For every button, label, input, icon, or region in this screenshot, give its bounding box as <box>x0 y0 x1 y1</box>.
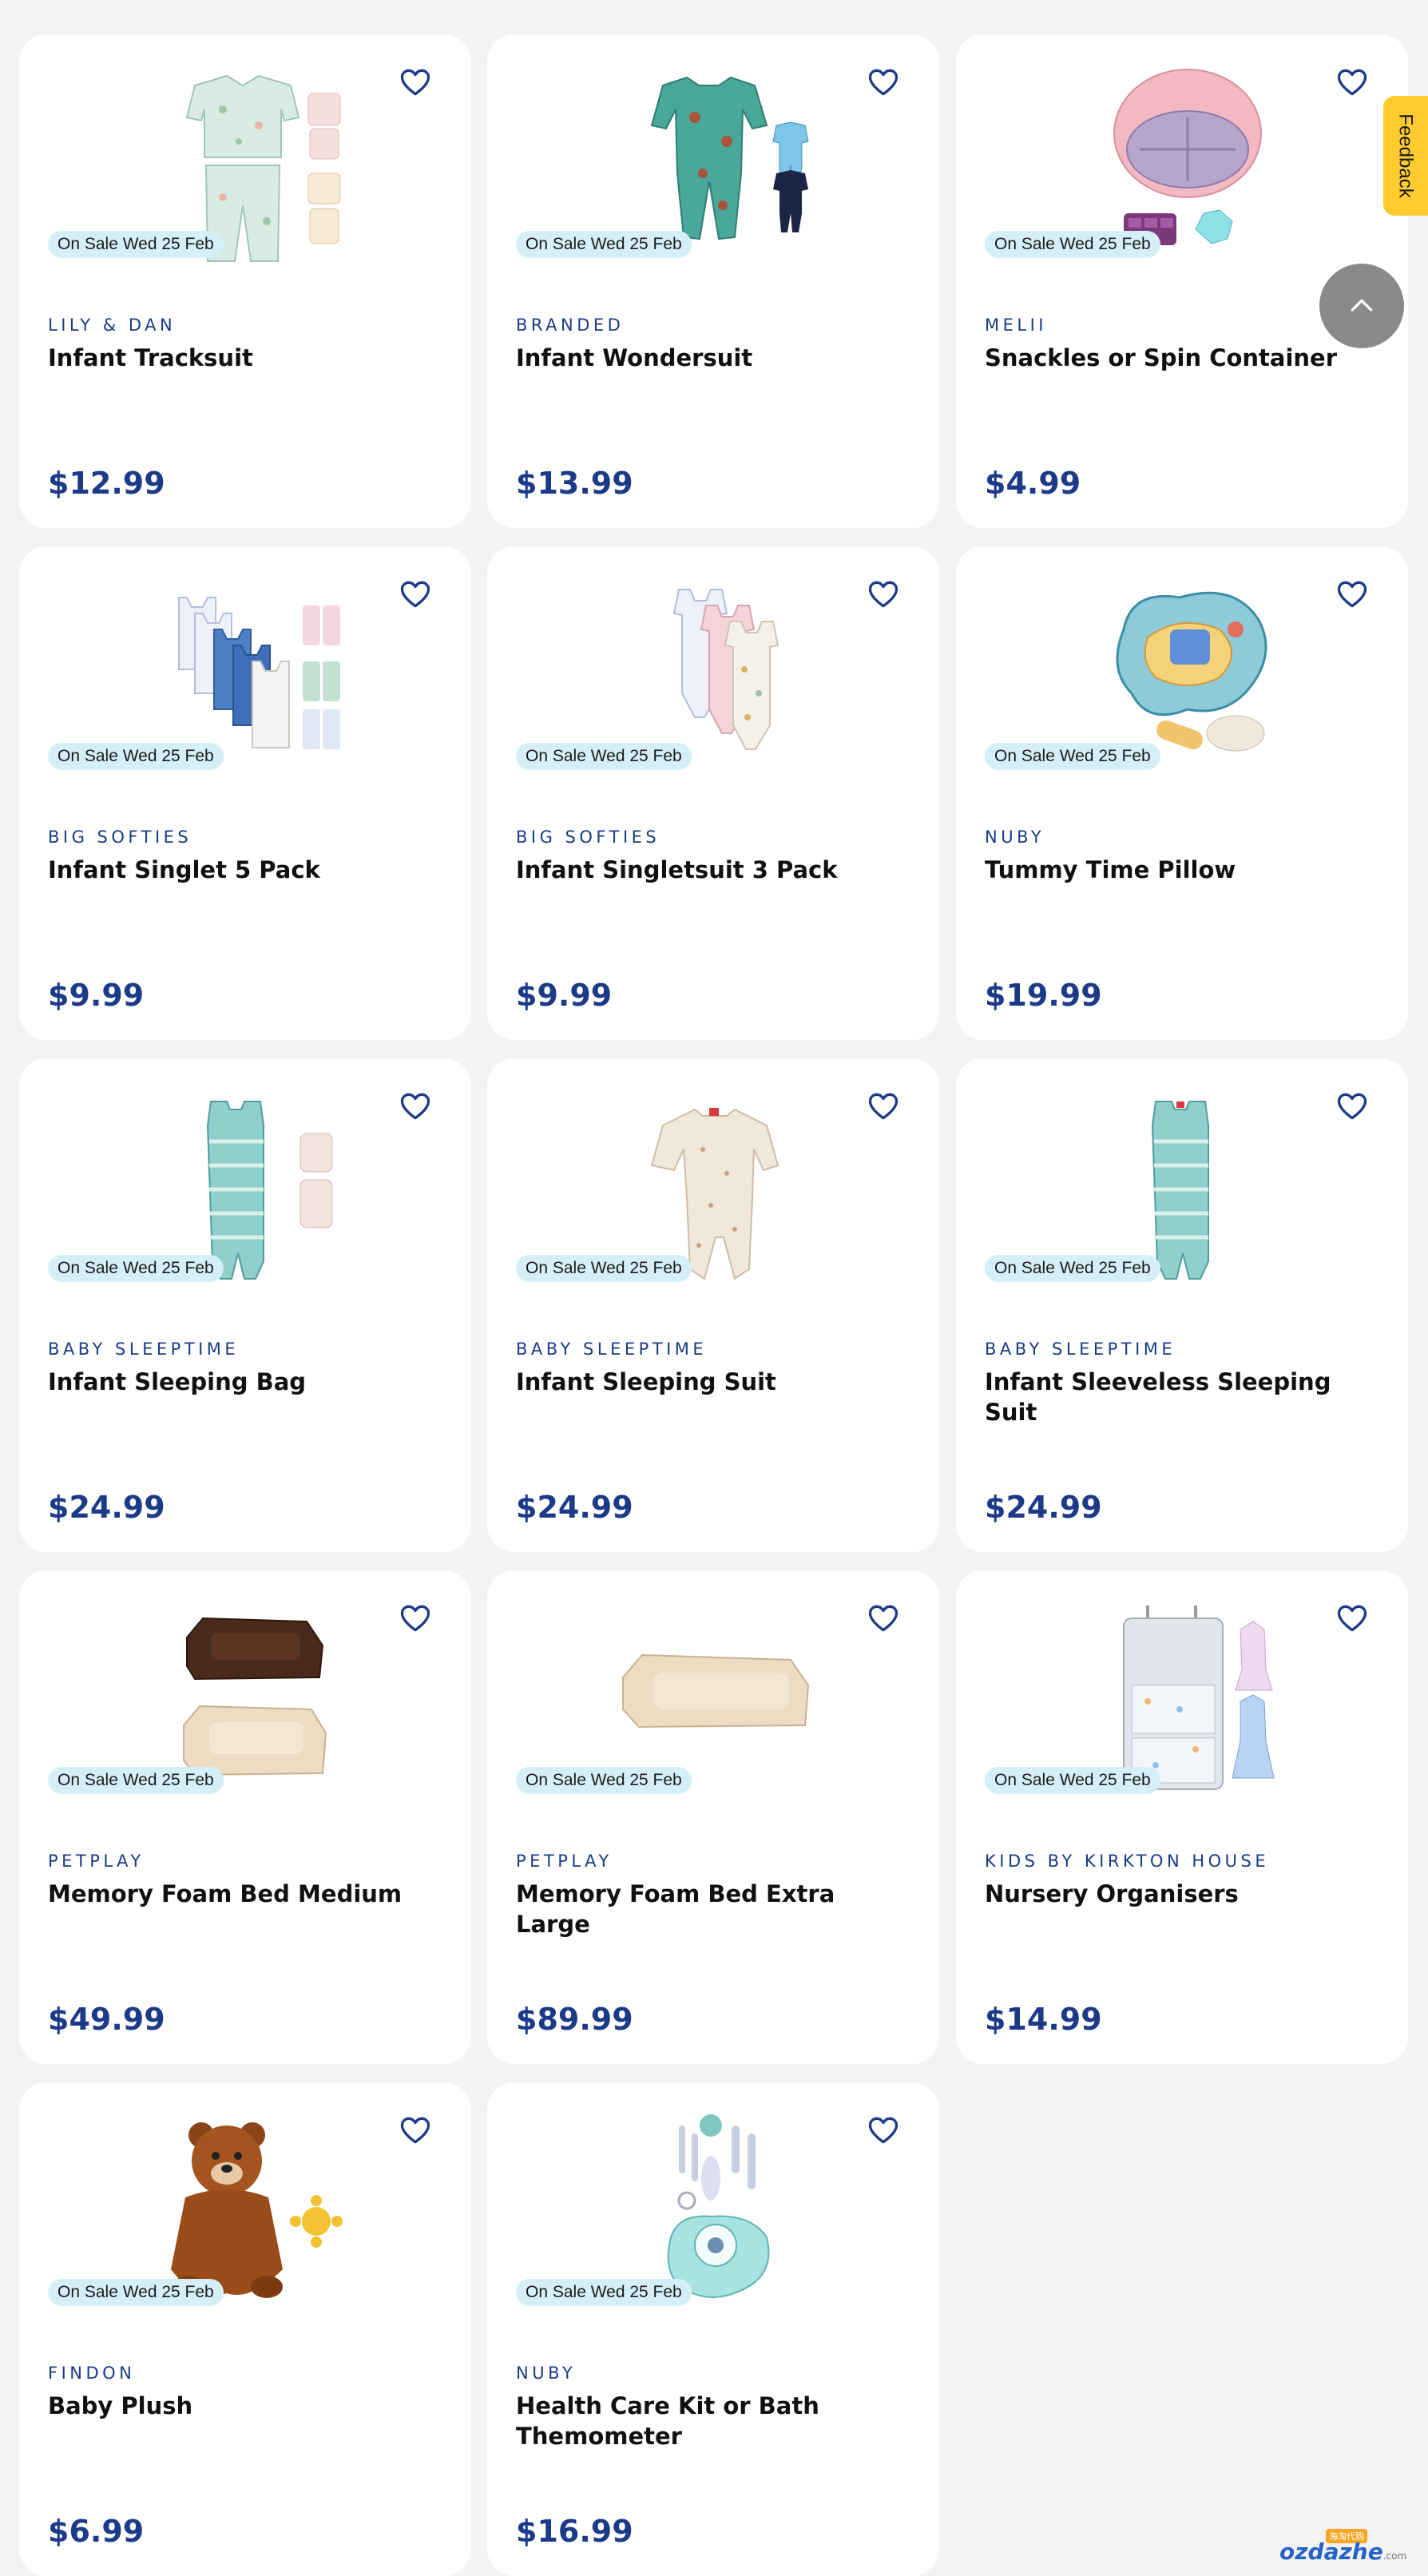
product-price: $24.99 <box>516 1490 633 1525</box>
sale-date-badge: On Sale Wed 25 Feb <box>985 1767 1160 1794</box>
wishlist-heart-icon[interactable] <box>1335 65 1370 100</box>
product-card[interactable]: On Sale Wed 25 Feb KIDS BY KIRKTON HOUSE… <box>956 1570 1408 2064</box>
product-card[interactable]: On Sale Wed 25 Feb BIG SOFTIES Infant Si… <box>487 546 939 1040</box>
product-card[interactable]: On Sale Wed 25 Feb PETPLAY Memory Foam B… <box>19 1570 471 2064</box>
wishlist-heart-icon[interactable] <box>398 65 433 100</box>
sale-date-badge: On Sale Wed 25 Feb <box>516 1255 692 1282</box>
product-name[interactable]: Infant Tracksuit <box>48 343 447 373</box>
wishlist-heart-icon[interactable] <box>398 1601 433 1636</box>
product-name[interactable]: Memory Foam Bed Medium <box>48 1879 447 1909</box>
wishlist-heart-icon[interactable] <box>866 1089 901 1124</box>
product-name[interactable]: Tummy Time Pillow <box>985 855 1384 885</box>
product-brand: BIG SOFTIES <box>516 828 660 847</box>
product-card[interactable]: On Sale Wed 25 Feb PETPLAY Memory Foam B… <box>487 1570 939 2064</box>
wishlist-heart-icon[interactable] <box>1335 1089 1370 1124</box>
product-price: $49.99 <box>48 2002 165 2037</box>
wishlist-heart-icon[interactable] <box>398 2113 433 2148</box>
sale-date-badge: On Sale Wed 25 Feb <box>48 1255 224 1282</box>
product-brand: BRANDED <box>516 316 625 335</box>
product-card[interactable]: On Sale Wed 25 Feb BABY SLEEPTIME Infant… <box>487 1058 939 1552</box>
product-card[interactable]: On Sale Wed 25 Feb BIG SOFTIES Infant Si… <box>19 546 471 1040</box>
product-price: $24.99 <box>48 1490 165 1525</box>
product-name[interactable]: Health Care Kit or Bath Themometer <box>516 2391 915 2451</box>
product-name[interactable]: Infant Singletsuit 3 Pack <box>516 855 915 885</box>
product-price: $19.99 <box>985 978 1102 1013</box>
product-price: $9.99 <box>48 978 145 1013</box>
product-brand: BABY SLEEPTIME <box>48 1340 240 1359</box>
product-price: $9.99 <box>516 978 613 1013</box>
product-price: $16.99 <box>516 2514 633 2549</box>
product-name[interactable]: Infant Sleeveless Sleeping Suit <box>985 1367 1384 1427</box>
watermark-suffix: .com <box>1382 2550 1407 2562</box>
sale-date-badge: On Sale Wed 25 Feb <box>48 743 224 770</box>
product-card[interactable]: On Sale Wed 25 Feb LILY & DAN Infant Tra… <box>19 34 471 528</box>
site-watermark: 海淘代购 ozdazhe.com <box>1279 2529 1415 2565</box>
wishlist-heart-icon[interactable] <box>398 1089 433 1124</box>
product-card[interactable]: On Sale Wed 25 Feb BRANDED Infant Wonder… <box>487 34 939 528</box>
sale-date-badge: On Sale Wed 25 Feb <box>516 743 692 770</box>
product-brand: NUBY <box>516 2364 577 2383</box>
product-price: $24.99 <box>985 1490 1102 1525</box>
watermark-text: ozdazhe.com <box>1279 2538 1406 2565</box>
product-name[interactable]: Memory Foam Bed Extra Large <box>516 1879 915 1939</box>
product-price: $13.99 <box>516 466 633 501</box>
product-brand: PETPLAY <box>48 1852 145 1871</box>
feedback-label: Feedback <box>1395 113 1417 198</box>
wishlist-heart-icon[interactable] <box>1335 1601 1370 1636</box>
product-name[interactable]: Baby Plush <box>48 2391 447 2421</box>
sale-date-badge: On Sale Wed 25 Feb <box>985 231 1160 258</box>
product-brand: KIDS BY KIRKTON HOUSE <box>985 1852 1270 1871</box>
sale-date-badge: On Sale Wed 25 Feb <box>48 231 224 258</box>
product-brand: BIG SOFTIES <box>48 828 192 847</box>
product-brand: NUBY <box>985 828 1045 847</box>
product-brand: BABY SLEEPTIME <box>516 1340 708 1359</box>
product-brand: PETPLAY <box>516 1852 613 1871</box>
product-card[interactable]: On Sale Wed 25 Feb NUBY Tummy Time Pillo… <box>956 546 1408 1040</box>
product-name[interactable]: Infant Singlet 5 Pack <box>48 855 447 885</box>
product-name[interactable]: Nursery Organisers <box>985 1879 1384 1909</box>
product-name[interactable]: Infant Sleeping Bag <box>48 1367 447 1397</box>
wishlist-heart-icon[interactable] <box>398 577 433 612</box>
product-price: $12.99 <box>48 466 165 501</box>
sale-date-badge: On Sale Wed 25 Feb <box>985 743 1160 770</box>
scroll-to-top-button[interactable] <box>1319 264 1404 348</box>
product-name[interactable]: Snackles or Spin Container <box>985 343 1384 373</box>
product-price: $89.99 <box>516 2002 633 2037</box>
sale-date-badge: On Sale Wed 25 Feb <box>48 1767 224 1794</box>
product-card[interactable]: On Sale Wed 25 Feb FINDON Baby Plush $6.… <box>19 2082 471 2576</box>
product-price: $14.99 <box>985 2002 1102 2037</box>
product-brand: LILY & DAN <box>48 316 177 335</box>
wishlist-heart-icon[interactable] <box>866 2113 901 2148</box>
product-brand: MELII <box>985 316 1047 335</box>
wishlist-heart-icon[interactable] <box>866 1601 901 1636</box>
sale-date-badge: On Sale Wed 25 Feb <box>516 1767 692 1794</box>
watermark-brand: ozdazhe <box>1279 2538 1383 2565</box>
product-card[interactable]: On Sale Wed 25 Feb BABY SLEEPTIME Infant… <box>19 1058 471 1552</box>
product-card[interactable]: On Sale Wed 25 Feb BABY SLEEPTIME Infant… <box>956 1058 1408 1552</box>
wishlist-heart-icon[interactable] <box>866 577 901 612</box>
sale-date-badge: On Sale Wed 25 Feb <box>516 2279 692 2306</box>
sale-date-badge: On Sale Wed 25 Feb <box>985 1255 1160 1282</box>
product-price: $4.99 <box>985 466 1081 501</box>
product-price: $6.99 <box>48 2514 145 2549</box>
product-brand: BABY SLEEPTIME <box>985 1340 1176 1359</box>
product-card[interactable]: On Sale Wed 25 Feb NUBY Health Care Kit … <box>487 2082 939 2576</box>
feedback-tab[interactable]: Feedback <box>1383 96 1428 216</box>
product-name[interactable]: Infant Wondersuit <box>516 343 915 373</box>
wishlist-heart-icon[interactable] <box>866 65 901 100</box>
wishlist-heart-icon[interactable] <box>1335 577 1370 612</box>
sale-date-badge: On Sale Wed 25 Feb <box>48 2279 224 2306</box>
chevron-up-icon <box>1351 299 1373 312</box>
sale-date-badge: On Sale Wed 25 Feb <box>516 231 692 258</box>
product-brand: FINDON <box>48 2364 136 2383</box>
product-name[interactable]: Infant Sleeping Suit <box>516 1367 915 1397</box>
